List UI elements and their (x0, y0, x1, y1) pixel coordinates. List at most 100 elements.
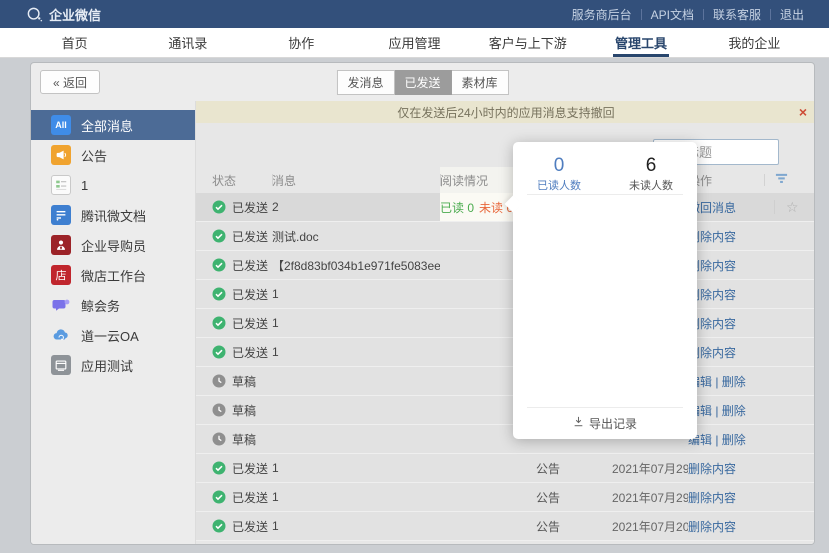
sidebar-item-app-test[interactable]: 应用测试 (31, 350, 195, 380)
status-label: 草稿 (232, 373, 256, 390)
header-message: 消息 (272, 167, 440, 193)
nav-admin-tools[interactable]: 管理工具 (584, 28, 697, 57)
sidebar-item-label: 微店工作台 (81, 266, 146, 285)
table-row[interactable]: 已发送 【2f8d83bf034b1e971fe5083eea... 删除内容 (196, 251, 815, 280)
status-label: 已发送 (232, 286, 268, 303)
sidebar-item-shopping-guide[interactable]: 企业导购员 (31, 230, 195, 260)
table-row[interactable]: 已发送 1 公告 2021年07月29日 删除内容 (196, 483, 815, 512)
main-nav: 首页 通讯录 协作 应用管理 客户与上下游 管理工具 我的企业 (0, 28, 829, 58)
table-row[interactable]: 已发送 1 公告 2021年07月29日 删除内容 (196, 454, 815, 483)
read-status-popup: 0 已读人数 6 未读人数 导出记录 (513, 142, 697, 439)
nav-app-management[interactable]: 应用管理 (358, 28, 471, 57)
card-toolbar: « 返回 发消息 已发送 素材库 (31, 63, 814, 101)
table-row[interactable]: 草稿 编辑 | 删除 (196, 425, 815, 454)
banner-close-icon[interactable]: × (799, 103, 807, 121)
status-label: 已发送 (232, 315, 268, 332)
star-icon[interactable]: ☆ (774, 199, 799, 216)
export-records-label: 导出记录 (589, 415, 637, 432)
app-window-icon (51, 355, 71, 375)
sidebar-item-daoyiyun-oa[interactable]: 道一云OA (31, 320, 195, 350)
sent-check-icon (212, 461, 226, 475)
delete-content-link[interactable]: 删除内容 (688, 518, 736, 535)
sent-check-icon (212, 287, 226, 301)
message-cell: 2 (272, 193, 440, 221)
delete-content-link[interactable]: 删除内容 (688, 489, 736, 506)
api-doc-link[interactable]: API文档 (642, 6, 703, 23)
unread-count-stat[interactable]: 6 未读人数 (605, 155, 697, 194)
sidebar-item-tencent-docs[interactable]: 腾讯微文档 (31, 200, 195, 230)
status-label: 已发送 (232, 257, 268, 274)
message-tabs: 发消息 已发送 素材库 (336, 70, 508, 95)
sidebar-item-microstore[interactable]: 店 微店工作台 (31, 260, 195, 290)
table-row[interactable]: 草稿 编辑 | 删除 (196, 396, 815, 425)
table-row[interactable]: 已发送 2 已读 0未读 6 撤回消息 ☆ (196, 193, 815, 222)
sent-check-icon (212, 258, 226, 272)
download-icon (573, 416, 584, 430)
sidebar-item-label: 全部消息 (81, 116, 133, 135)
sidebar-item-label: 腾讯微文档 (81, 206, 146, 225)
sidebar-item-whale-meeting[interactable]: 鲸会务 (31, 290, 195, 320)
status-label: 已发送 (232, 460, 268, 477)
sent-check-icon (212, 519, 226, 533)
read-count-label: 已读人数 (513, 177, 605, 193)
read-count-value: 0 (513, 155, 605, 176)
sidebar-item-label: 企业导购员 (81, 236, 146, 255)
popup-empty-body (513, 195, 697, 407)
table-row[interactable]: 已发送 1 删除内容 (196, 280, 815, 309)
read-count-stat[interactable]: 0 已读人数 (513, 155, 605, 194)
content-card: « 返回 发消息 已发送 素材库 All 全部消息 公告 1 (30, 62, 815, 545)
sent-check-icon (212, 316, 226, 330)
recall-notice-banner: 仅在发送后24小时内的应用消息支持撤回 × (196, 101, 815, 123)
app-logo: 企业微信 (26, 5, 101, 24)
sent-check-icon (212, 345, 226, 359)
nav-my-company[interactable]: 我的企业 (698, 28, 811, 57)
sidebar-item-label: 1 (81, 178, 88, 193)
logout-link[interactable]: 退出 (771, 6, 813, 23)
main-panel: 仅在发送后24小时内的应用消息支持撤回 × 状态 消息 阅读情况 操作 (196, 101, 815, 545)
table-row[interactable]: 草稿 编辑 | 删除 (196, 367, 815, 396)
table-row[interactable]: 已发送 1 删除内容 (196, 338, 815, 367)
sidebar-item-all-messages[interactable]: All 全部消息 (31, 110, 195, 140)
nav-collaboration[interactable]: 协作 (245, 28, 358, 57)
sidebar-item-1[interactable]: 1 (31, 170, 195, 200)
export-records-button[interactable]: 导出记录 (513, 408, 697, 438)
message-table: 状态 消息 阅读情况 操作 已发送 2 已读 0未读 6 撤回消息 (196, 167, 815, 541)
table-row[interactable]: 已发送 测试.doc 删除内容 (196, 222, 815, 251)
document-icon (51, 205, 71, 225)
nav-contacts[interactable]: 通讯录 (131, 28, 244, 57)
banner-text: 仅在发送后24小时内的应用消息支持撤回 (397, 104, 614, 121)
nav-customers[interactable]: 客户与上下游 (471, 28, 584, 57)
sidebar-item-announcement[interactable]: 公告 (31, 140, 195, 170)
provider-console-link[interactable]: 服务商后台 (563, 6, 641, 23)
notebook-icon (51, 175, 71, 195)
header-operations: 操作 (688, 167, 764, 193)
back-button[interactable]: « 返回 (40, 70, 100, 94)
topbar-links: 服务商后台 API文档 联系客服 退出 (563, 6, 813, 23)
shop-icon: 店 (51, 265, 71, 285)
chat-bubbles-icon (51, 295, 71, 315)
popup-stats: 0 已读人数 6 未读人数 (513, 142, 697, 194)
app-logo-text: 企业微信 (49, 5, 101, 24)
status-label: 已发送 (232, 228, 268, 245)
sidebar-item-label: 道一云OA (81, 326, 139, 345)
topbar: 企业微信 服务商后台 API文档 联系客服 退出 (0, 0, 829, 28)
header-status: 状态 (196, 167, 272, 193)
table-row[interactable]: 已发送 1 删除内容 (196, 309, 815, 338)
megaphone-icon (51, 145, 71, 165)
filter-funnel-icon[interactable] (774, 172, 789, 188)
wework-logo-icon (26, 6, 43, 23)
table-header: 状态 消息 阅读情况 操作 (196, 167, 815, 193)
status-label: 已发送 (232, 199, 268, 216)
tab-material-library[interactable]: 素材库 (452, 70, 509, 95)
tab-sent[interactable]: 已发送 (394, 70, 451, 95)
tab-send-message[interactable]: 发消息 (336, 70, 394, 95)
nav-home[interactable]: 首页 (18, 28, 131, 57)
search-zone (196, 123, 815, 167)
status-label: 草稿 (232, 431, 256, 448)
table-row[interactable]: 已发送 1 公告 2021年07月20日 删除内容 (196, 512, 815, 541)
header-filter (764, 167, 815, 193)
draft-clock-icon (212, 432, 226, 446)
draft-clock-icon (212, 374, 226, 388)
contact-support-link[interactable]: 联系客服 (704, 6, 770, 23)
delete-content-link[interactable]: 删除内容 (688, 460, 736, 477)
